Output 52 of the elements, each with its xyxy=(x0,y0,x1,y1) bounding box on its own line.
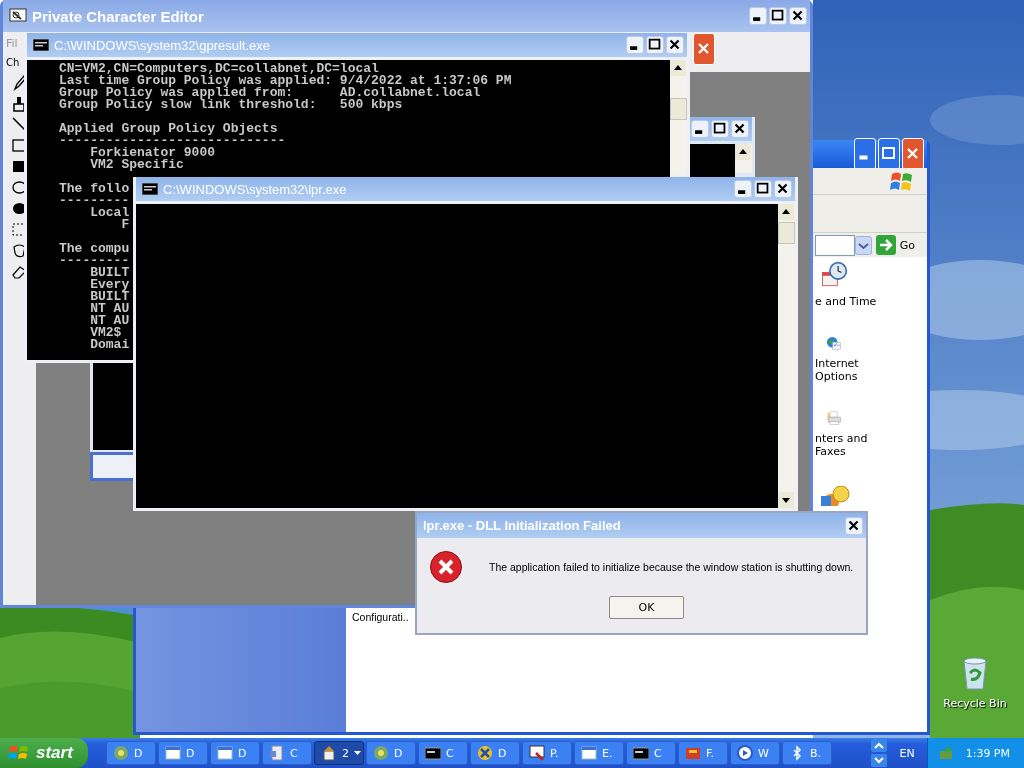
console-line: Group Policy was applied from: AD.collabnet.local xyxy=(59,87,481,99)
console-line: Every xyxy=(89,279,130,291)
console-line: --------- xyxy=(59,195,130,207)
window-title: C:\WINDOWS\system32\lpr.exe xyxy=(163,181,347,197)
console-line: Applied Group Policy Objects xyxy=(59,123,278,135)
console-line: F xyxy=(120,219,130,231)
console-line: The follo xyxy=(59,183,130,195)
console-line: NT AU xyxy=(89,303,130,315)
taskbar-button[interactable]: W xyxy=(730,741,780,765)
taskbar-button[interactable]: C xyxy=(418,741,468,765)
console-line: VM2 Specific xyxy=(89,159,184,171)
taskbar-button[interactable]: D xyxy=(158,741,208,765)
window-title: lpr.exe - DLL Initialization Failed xyxy=(423,518,621,533)
console-line: CN=VM2,CN=Computers,DC=collabnet,DC=local xyxy=(59,63,379,75)
console-line: ----------------------------- xyxy=(59,135,286,147)
start-button[interactable]: start xyxy=(0,738,88,768)
ok-button[interactable]: OK xyxy=(609,596,684,619)
char-label: Ch xyxy=(6,57,20,68)
console-line: VM2$ xyxy=(89,327,122,339)
taskbar-button[interactable]: E. xyxy=(574,741,624,765)
console-line: Domai xyxy=(89,339,130,351)
console-line: BUILT xyxy=(89,291,130,303)
taskbar-button[interactable]: 2 xyxy=(314,741,364,765)
console-line: Group Policy slow link threshold: 500 kbps xyxy=(59,99,403,111)
taskbar-button[interactable]: D xyxy=(470,741,520,765)
icon-label[interactable]: Configurati.. xyxy=(352,611,409,623)
taskbar-button[interactable]: P. xyxy=(522,741,572,765)
taskbar-button[interactable]: D xyxy=(366,741,416,765)
icon-label[interactable]: Internet Options xyxy=(815,357,859,383)
window-title: Private Character Editor xyxy=(32,7,204,25)
console-line: --------- xyxy=(59,255,130,267)
console-line: Local xyxy=(89,207,130,219)
menu-item[interactable]: Fil xyxy=(6,36,18,50)
taskbar-button[interactable]: F. xyxy=(678,741,728,765)
taskbar-button[interactable]: B. xyxy=(782,741,832,765)
console-line: The compu xyxy=(59,243,130,255)
console-line: Forkienator 9000 xyxy=(89,147,216,159)
icon-label[interactable]: nters and Faxes xyxy=(815,432,868,458)
console-line: NT AU xyxy=(89,315,130,327)
error-message: The application failed to initialize because the window station is shutting down. xyxy=(489,561,854,573)
icon-label[interactable]: Recycle Bin xyxy=(943,697,1007,710)
clock: 1:39 PM xyxy=(965,746,1010,760)
window-title: C:\WINDOWS\system32\gpresult.exe xyxy=(54,37,270,53)
language-indicator[interactable]: EN xyxy=(899,746,915,760)
taskbar-button[interactable]: C xyxy=(626,741,676,765)
console-line: BUILT xyxy=(89,267,130,279)
go-button[interactable]: Go xyxy=(875,235,915,255)
taskbar-button[interactable]: D xyxy=(210,741,260,765)
icon-label[interactable]: e and Time xyxy=(815,295,877,308)
console-line: Last time Group Policy was applied: 9/4/2022 at 1:37:06 PM xyxy=(59,75,512,87)
taskbar-button[interactable]: D xyxy=(106,741,156,765)
taskbar-button[interactable]: C xyxy=(262,741,312,765)
